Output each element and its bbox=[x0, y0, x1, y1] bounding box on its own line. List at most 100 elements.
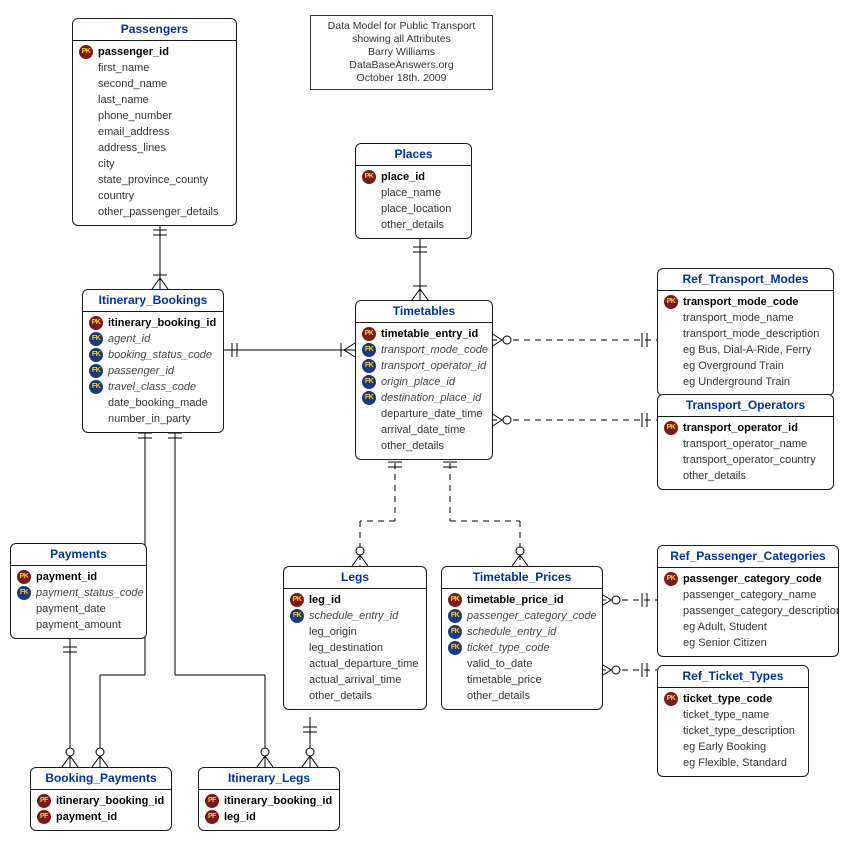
attribute-row: FK travel_class_code bbox=[89, 379, 217, 395]
attribute-name: other_passenger_details bbox=[98, 205, 218, 219]
attribute-row: FKpassenger_category_code bbox=[448, 608, 596, 624]
key-spacer bbox=[664, 708, 678, 722]
attribute-name: passenger_category_code bbox=[467, 609, 597, 623]
attribute-row: eg Flexible, Standard bbox=[664, 755, 802, 771]
key-spacer bbox=[664, 375, 678, 389]
entity-payments: Payments PKpayment_idFKpayment_status_co… bbox=[10, 543, 147, 639]
key-spacer bbox=[79, 61, 93, 75]
attribute-name: place_name bbox=[381, 186, 441, 200]
attribute-row: email_address bbox=[79, 124, 230, 140]
key-spacer bbox=[664, 724, 678, 738]
key-spacer bbox=[664, 620, 678, 634]
fk-badge: FK bbox=[448, 625, 462, 639]
key-spacer bbox=[290, 641, 304, 655]
attribute-name: transport_mode_description bbox=[683, 327, 819, 341]
attribute-row: date_booking_made bbox=[89, 395, 217, 411]
fk-badge: FK bbox=[89, 332, 103, 346]
attribute-name: place_location bbox=[381, 202, 451, 216]
attribute-row: PKpassenger_category_code bbox=[664, 571, 832, 587]
key-spacer bbox=[79, 109, 93, 123]
attribute-row: PFpayment_id bbox=[37, 809, 165, 825]
attribute-name: timetable_price bbox=[467, 673, 542, 687]
attribute-row: FKtransport_mode_code bbox=[362, 342, 486, 358]
attribute-name: transport_operator_country bbox=[683, 453, 816, 467]
attribute-name: address_lines bbox=[98, 141, 166, 155]
key-spacer bbox=[79, 173, 93, 187]
attribute-row: eg Early Booking bbox=[664, 739, 802, 755]
key-spacer bbox=[664, 636, 678, 650]
pk-badge: PK bbox=[89, 316, 103, 330]
attribute-name: travel_class_code bbox=[108, 380, 196, 394]
entity-title: Itinerary_Legs bbox=[199, 768, 339, 790]
fk-badge: FK bbox=[89, 380, 103, 394]
entity-title: Ref_Ticket_Types bbox=[658, 666, 808, 688]
attribute-row: FKticket_type_code bbox=[448, 640, 596, 656]
key-spacer bbox=[290, 657, 304, 671]
entity-passengers: Passengers PKpassenger_idfirst_namesecon… bbox=[72, 18, 237, 226]
attribute-name: other_details bbox=[683, 469, 746, 483]
key-spacer bbox=[362, 439, 376, 453]
attribute-name: payment_amount bbox=[36, 618, 121, 632]
attribute-row: country bbox=[79, 188, 230, 204]
attr-list: PKticket_type_codeticket_type_nameticket… bbox=[658, 688, 808, 776]
attribute-row: PKtimetable_entry_id bbox=[362, 326, 486, 342]
attribute-name: passenger_category_description bbox=[683, 604, 839, 618]
attribute-row: PKitinerary_booking_id bbox=[89, 315, 217, 331]
attribute-row: PKpayment_id bbox=[17, 569, 140, 585]
attribute-row: transport_mode_name bbox=[664, 310, 827, 326]
entity-transport-operators: Transport_Operators PKtransport_operator… bbox=[657, 394, 834, 490]
attribute-row: payment_date bbox=[17, 601, 140, 617]
attribute-name: schedule_entry_id bbox=[309, 609, 398, 623]
attribute-name: transport_operator_name bbox=[683, 437, 807, 451]
attribute-name: other_details bbox=[381, 439, 444, 453]
attribute-row: PK transport_operator_id bbox=[664, 420, 827, 436]
attribute-name: actual_arrival_time bbox=[309, 673, 401, 687]
attribute-name: timetable_entry_id bbox=[381, 327, 478, 341]
pk-badge: PK bbox=[290, 593, 304, 607]
attribute-name: actual_departure_time bbox=[309, 657, 418, 671]
attribute-name: payment_status_code bbox=[36, 586, 144, 600]
entity-title: Ref_Transport_Modes bbox=[658, 269, 833, 291]
key-spacer bbox=[79, 125, 93, 139]
key-spacer bbox=[290, 689, 304, 703]
attribute-name: agent_id bbox=[108, 332, 150, 346]
attribute-row: FKbooking_status_code bbox=[89, 347, 217, 363]
attribute-row: other_details bbox=[290, 688, 420, 704]
attribute-name: other_details bbox=[309, 689, 372, 703]
attribute-row: valid_to_date bbox=[448, 656, 596, 672]
key-spacer bbox=[664, 588, 678, 602]
entity-title: Booking_Payments bbox=[31, 768, 171, 790]
attribute-name: ticket_type_code bbox=[683, 692, 772, 706]
attribute-name: departure_date_time bbox=[381, 407, 483, 421]
entity-places: Places PKplace_idplace_nameplace_locatio… bbox=[355, 143, 472, 239]
entity-timetables: Timetables PKtimetable_entry_idFKtranspo… bbox=[355, 300, 493, 460]
attribute-row: PFitinerary_booking_id bbox=[37, 793, 165, 809]
entity-title: Passengers bbox=[73, 19, 236, 41]
attribute-row: FKtransport_operator_id bbox=[362, 358, 486, 374]
attribute-name: transport_operator_id bbox=[683, 421, 798, 435]
pk-badge: PK bbox=[79, 45, 93, 59]
key-spacer bbox=[664, 311, 678, 325]
key-spacer bbox=[664, 327, 678, 341]
attribute-name: itinerary_booking_id bbox=[56, 794, 164, 808]
entity-title: Timetable_Prices bbox=[442, 567, 602, 589]
attribute-name: leg_id bbox=[309, 593, 341, 607]
pf-badge: PF bbox=[37, 810, 51, 824]
key-spacer bbox=[448, 673, 462, 687]
attribute-name: payment_date bbox=[36, 602, 106, 616]
pk-badge: PK bbox=[664, 692, 678, 706]
attribute-name: valid_to_date bbox=[467, 657, 532, 671]
entity-title: Itinerary_Bookings bbox=[83, 290, 223, 312]
attribute-name: other_details bbox=[467, 689, 530, 703]
attribute-name: second_name bbox=[98, 77, 167, 91]
entity-title: Places bbox=[356, 144, 471, 166]
key-spacer bbox=[362, 218, 376, 232]
pk-badge: PK bbox=[664, 421, 678, 435]
attribute-row: phone_number bbox=[79, 108, 230, 124]
attribute-row: actual_arrival_time bbox=[290, 672, 420, 688]
pf-badge: PF bbox=[205, 794, 219, 808]
entity-ref-passenger-categories: Ref_Passenger_Categories PKpassenger_cat… bbox=[657, 545, 839, 657]
attribute-name: destination_place_id bbox=[381, 391, 481, 405]
attr-list: PKleg_idFKschedule_entry_idleg_originleg… bbox=[284, 589, 426, 709]
attribute-name: transport_mode_code bbox=[381, 343, 488, 357]
